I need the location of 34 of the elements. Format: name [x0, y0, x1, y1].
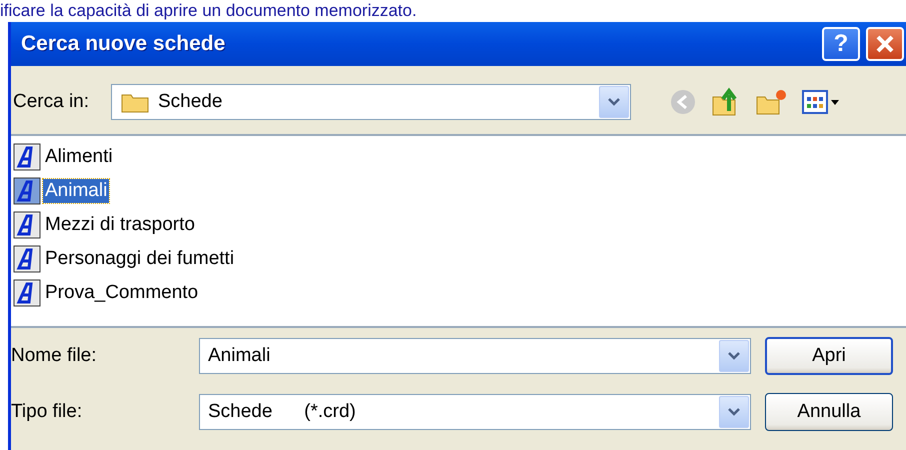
file-item[interactable]: Mezzi di trasporto	[43, 213, 197, 237]
document-icon	[11, 142, 43, 172]
file-item[interactable]: Prova_Commento	[43, 281, 200, 305]
new-folder-button[interactable]	[755, 88, 787, 116]
file-item[interactable]: Animali	[43, 179, 110, 203]
chevron-down-icon	[727, 351, 741, 361]
file-item[interactable]: Alimenti	[43, 145, 115, 169]
combo-value: Animali	[207, 345, 272, 367]
help-button[interactable]: ?	[822, 27, 860, 61]
file-combo[interactable]: Animali	[199, 338, 751, 374]
look-in-combo[interactable]: Schede	[111, 84, 631, 120]
window-title: Cerca nuove schede	[21, 32, 226, 56]
document-icon	[11, 210, 43, 240]
document-icon	[11, 278, 43, 308]
dropdown-button[interactable]	[599, 86, 629, 118]
close-icon	[875, 34, 895, 54]
caption-text: ificare la capacità di aprire un documento memorizzato.	[0, 1, 417, 21]
close-button[interactable]	[866, 27, 904, 61]
document-icon	[11, 244, 43, 274]
field-label: Nome file:	[11, 345, 98, 367]
look-in-value: Schede	[157, 91, 224, 113]
dialog-button[interactable]: Annulla	[765, 393, 893, 431]
file-item[interactable]: Personaggi dei fumetti	[43, 247, 236, 271]
chevron-down-icon	[727, 407, 741, 417]
view-menu-button[interactable]	[801, 88, 841, 116]
chevron-down-icon	[607, 97, 621, 107]
dropdown-button[interactable]	[719, 396, 749, 428]
field-label: Tipo file:	[11, 401, 84, 423]
combo-value: Schede (*.crd)	[207, 401, 357, 423]
dialog-button[interactable]: Apri	[765, 337, 893, 375]
document-icon	[11, 176, 43, 206]
file-combo[interactable]: Schede (*.crd)	[199, 394, 751, 430]
look-in-label: Cerca in:	[13, 91, 90, 113]
dropdown-button[interactable]	[719, 340, 749, 372]
